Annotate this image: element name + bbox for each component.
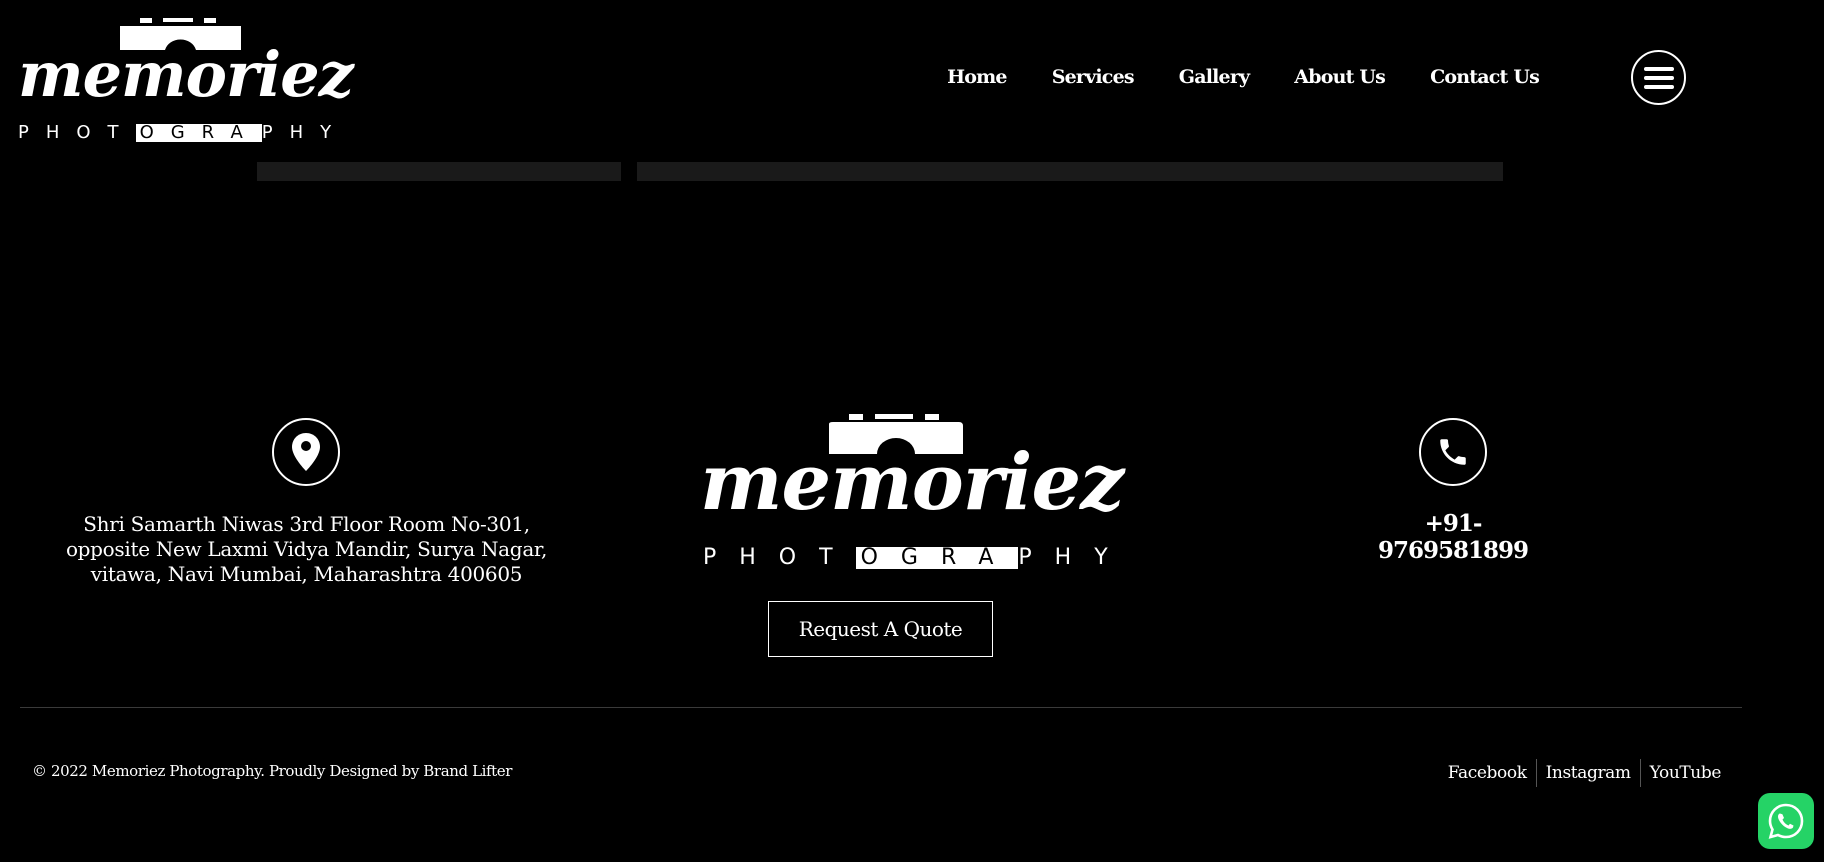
nav-gallery[interactable]: Gallery xyxy=(1179,66,1250,88)
social-youtube-link[interactable]: YouTube xyxy=(1641,763,1730,783)
content-placeholder-bar xyxy=(637,162,1503,181)
footer-logo[interactable]: memoriez PHOT OGRA PHY xyxy=(700,412,1124,572)
logo-subtitle: PHOT OGRA PHY xyxy=(18,121,349,143)
social-instagram-link[interactable]: Instagram xyxy=(1537,763,1640,783)
logo-script-text: memoriez xyxy=(700,437,1124,528)
social-links: Facebook Instagram YouTube xyxy=(1439,759,1730,787)
nav-contact-us[interactable]: Contact Us xyxy=(1430,66,1540,88)
header-logo[interactable]: memoriez PHOT OGRA PHY xyxy=(18,18,354,143)
footer-address: Shri Samarth Niwas 3rd Floor Room No-301… xyxy=(65,512,548,586)
location-pin-icon xyxy=(272,418,340,486)
nav-about-us[interactable]: About Us xyxy=(1294,66,1386,88)
content-placeholder-bar xyxy=(257,162,621,181)
logo-script-text: memoriez xyxy=(18,38,354,111)
footer-divider xyxy=(20,707,1742,708)
nav-services[interactable]: Services xyxy=(1052,66,1135,88)
logo-subtitle: PHOT OGRA PHY xyxy=(703,544,1131,570)
whatsapp-icon[interactable] xyxy=(1758,793,1814,849)
request-quote-button[interactable]: Request A Quote xyxy=(768,601,993,657)
social-facebook-link[interactable]: Facebook xyxy=(1439,763,1536,783)
copyright-text: © 2022 Memoriez Photography. Proudly Des… xyxy=(32,762,513,780)
nav-home[interactable]: Home xyxy=(947,66,1007,88)
main-nav: Home Services Gallery About Us Contact U… xyxy=(902,66,1540,88)
footer-phone[interactable]: +91-9769581899 xyxy=(1353,510,1553,564)
phone-icon xyxy=(1419,418,1487,486)
hamburger-menu-icon[interactable] xyxy=(1631,50,1686,105)
